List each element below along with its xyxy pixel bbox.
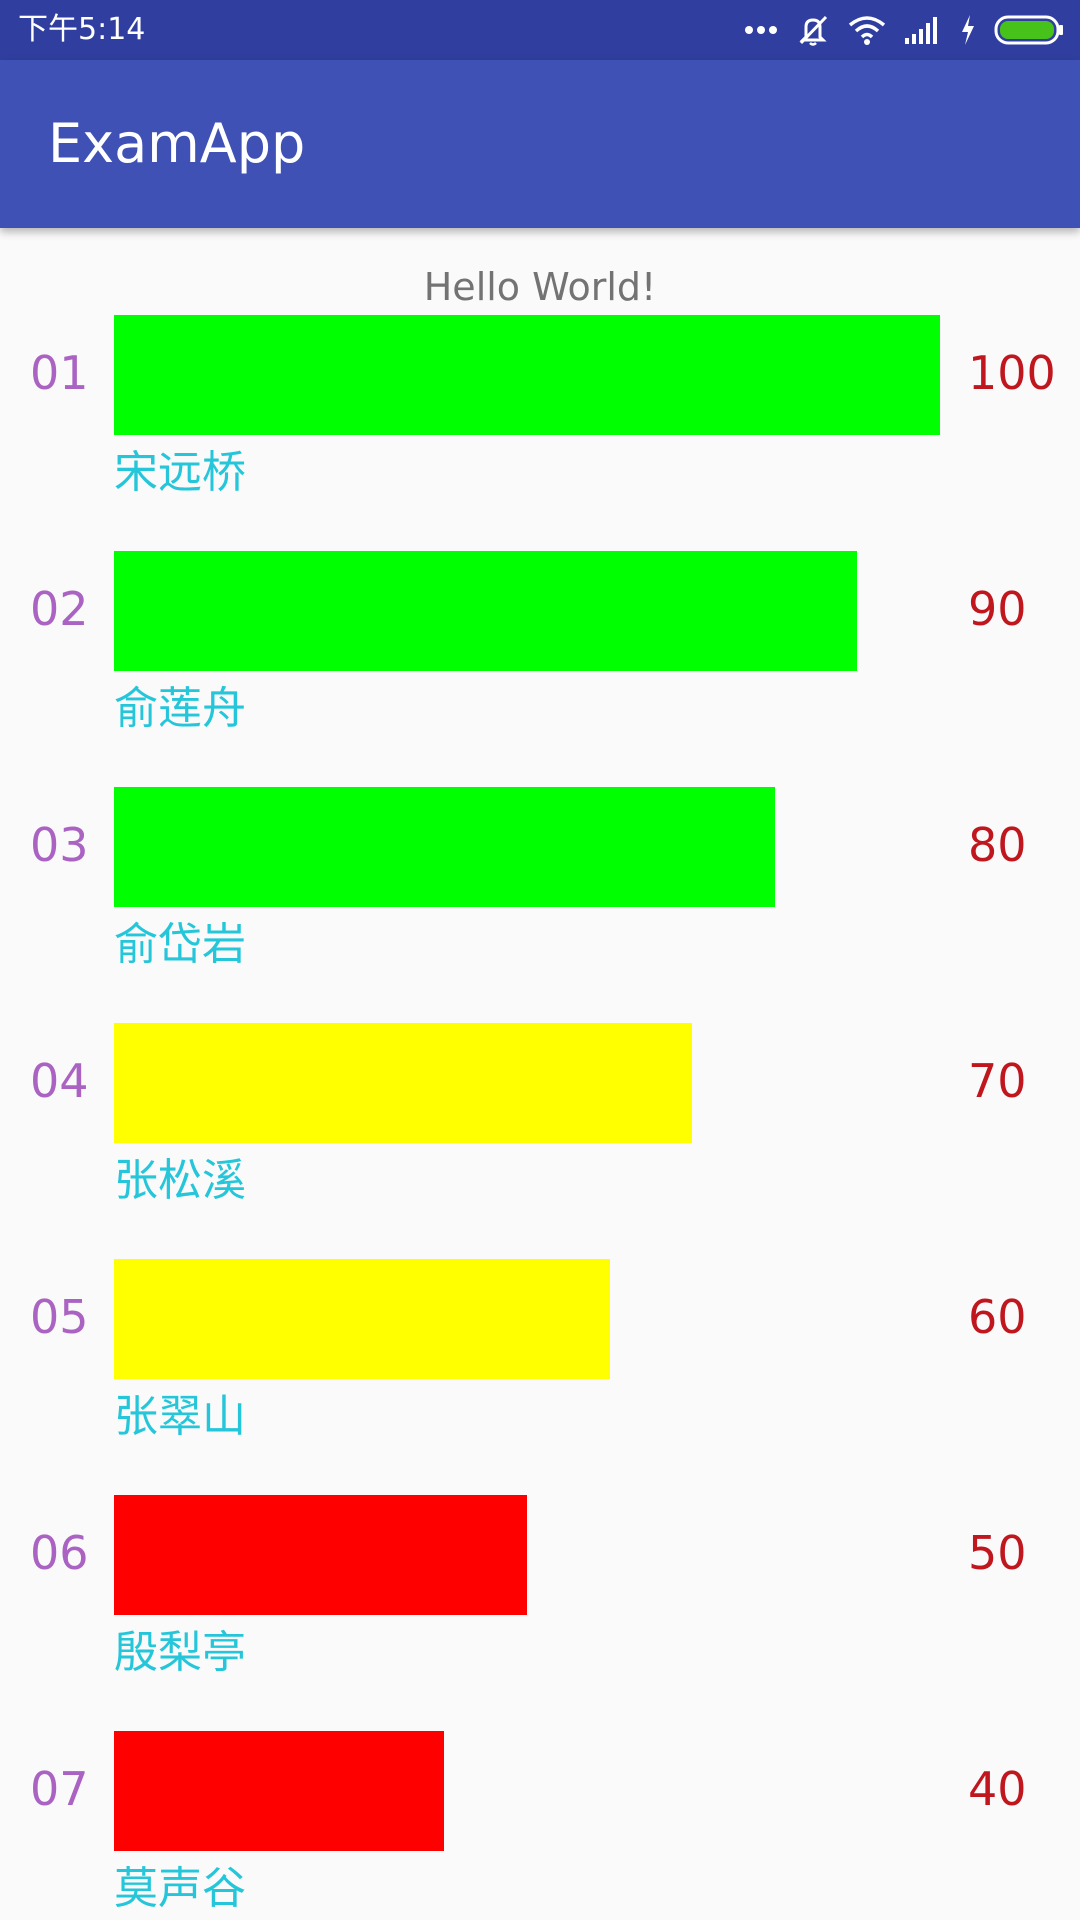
score-row: 02 90 俞莲舟: [0, 551, 1080, 787]
rank-label: 04: [30, 1054, 89, 1108]
person-name: 殷梨亭: [114, 1627, 246, 1678]
score-value: 90: [968, 582, 1027, 636]
score-bar: [114, 551, 857, 671]
score-value: 50: [968, 1526, 1027, 1580]
signal-icon: [904, 16, 942, 44]
rank-label: 05: [30, 1290, 89, 1344]
greeting-text: Hello World!: [423, 265, 657, 309]
status-icons: [744, 12, 1064, 48]
more-icon: [744, 24, 778, 36]
rank-label: 06: [30, 1526, 89, 1580]
score-row: 03 80 俞岱岩: [0, 787, 1080, 1023]
score-value: 80: [968, 818, 1027, 872]
score-row: 05 60 张翠山: [0, 1259, 1080, 1495]
score-bar: [114, 1731, 444, 1851]
score-value: 40: [968, 1762, 1027, 1816]
app-bar: ExamApp: [0, 60, 1080, 228]
score-row: 06 50 殷梨亭: [0, 1495, 1080, 1731]
rank-label: 01: [30, 346, 89, 400]
rank-label: 03: [30, 818, 89, 872]
score-row: 07 40 莫声谷: [0, 1731, 1080, 1920]
score-value: 100: [968, 346, 1056, 400]
wifi-icon: [848, 15, 886, 45]
app-title: ExamApp: [48, 112, 306, 175]
charging-icon: [960, 15, 976, 45]
score-bar: [114, 1495, 527, 1615]
person-name: 宋远桥: [114, 447, 246, 498]
score-value: 60: [968, 1290, 1027, 1344]
person-name: 俞岱岩: [114, 919, 246, 970]
person-name: 张松溪: [114, 1155, 246, 1206]
score-bar: [114, 1023, 692, 1143]
score-bar: [114, 315, 940, 435]
status-time: 下午5:14: [18, 12, 146, 47]
person-name: 张翠山: [114, 1391, 246, 1442]
status-bar: 下午5:14: [0, 0, 1080, 60]
score-bar: [114, 1259, 610, 1379]
rank-label: 07: [30, 1762, 89, 1816]
score-value: 70: [968, 1054, 1027, 1108]
person-name: 莫声谷: [114, 1863, 246, 1914]
rank-label: 02: [30, 582, 89, 636]
person-name: 俞莲舟: [114, 683, 246, 734]
vibrate-off-icon: [796, 13, 830, 47]
screen: 下午5:14 ExamApp Hello World! 01 100 宋远桥 0…: [0, 0, 1080, 1920]
score-row: 01 100 宋远桥: [0, 315, 1080, 551]
battery-icon: [994, 14, 1064, 46]
score-bar: [114, 787, 775, 907]
score-row: 04 70 张松溪: [0, 1023, 1080, 1259]
